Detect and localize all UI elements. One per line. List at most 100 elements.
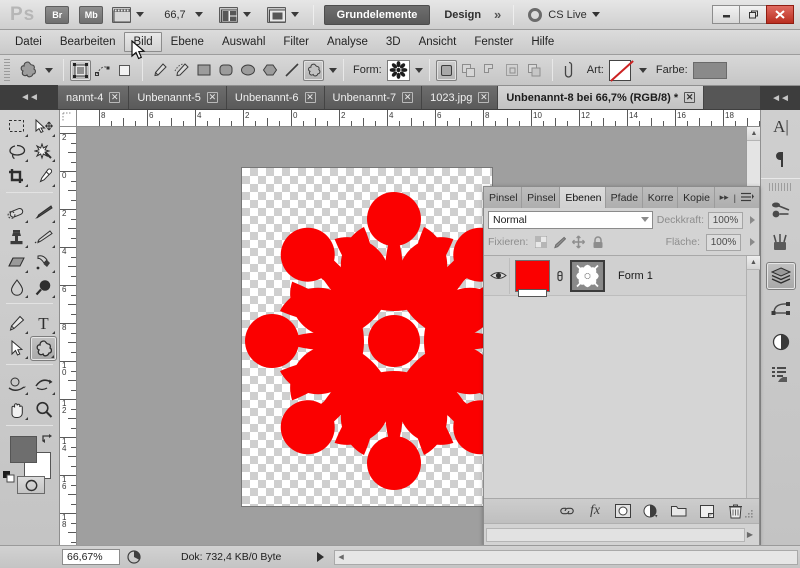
document-preview-icon[interactable] (125, 549, 143, 565)
horizontal-scrollbar[interactable] (486, 527, 745, 542)
cs-live-button[interactable]: CS Live (528, 7, 600, 22)
shape-layers-mode-button[interactable] (70, 59, 91, 81)
blend-mode-select[interactable]: Normal (488, 211, 653, 229)
shape-color-swatch[interactable] (692, 61, 727, 79)
add-to-shape-area-button[interactable] (458, 60, 479, 81)
opacity-slider-arrow-icon[interactable] (750, 216, 755, 224)
restore-button[interactable] (739, 5, 767, 24)
ellipse-tool-button[interactable] (237, 60, 258, 81)
default-colors-icon[interactable] (3, 471, 15, 483)
menu-3d[interactable]: 3D (377, 32, 410, 52)
menu-ansicht[interactable]: Ansicht (410, 32, 466, 52)
pen-tool-button[interactable] (149, 60, 170, 81)
minimize-button[interactable] (712, 5, 740, 24)
paths-mode-button[interactable] (92, 60, 113, 81)
rounded-rectangle-tool-button[interactable] (215, 60, 236, 81)
tab-pinsel-1[interactable]: Pinsel (484, 187, 523, 208)
lock-position-icon[interactable] (572, 235, 586, 249)
brush-presets-panel-icon[interactable] (761, 226, 800, 259)
gradient-tool[interactable] (30, 250, 57, 275)
zoom-tool[interactable] (30, 397, 57, 422)
new-shape-layer-button[interactable] (435, 59, 457, 81)
mini-bridge-button[interactable]: Mb (79, 5, 104, 24)
screen-mode-control[interactable] (266, 6, 299, 23)
custom-shape-tool[interactable] (30, 336, 57, 361)
menu-auswahl[interactable]: Auswahl (213, 32, 274, 52)
layer-name[interactable]: Form 1 (618, 270, 653, 282)
custom-shape-tool-button[interactable] (303, 59, 324, 81)
subtract-from-shape-area-button[interactable] (480, 60, 501, 81)
layer-comps-panel-icon[interactable] (761, 358, 800, 391)
custom-shape-picker[interactable] (386, 59, 410, 81)
new-group-icon[interactable] (671, 503, 687, 519)
rectangular-marquee-tool[interactable] (3, 114, 30, 139)
workspace-more-chevrons-icon[interactable]: » (494, 7, 501, 22)
document-tab-unbenannt-4[interactable]: nannt-4 ✕ (58, 86, 130, 109)
table-row[interactable]: Form 1 (484, 256, 759, 297)
add-layer-mask-icon[interactable] (615, 503, 631, 519)
document-tab-unbenannt-8[interactable]: Unbenannt-8 bei 66,7% (RGB/8) * ✕ (498, 86, 705, 109)
dodge-tool[interactable] (30, 275, 57, 300)
type-tool[interactable]: T (30, 311, 57, 336)
close-icon[interactable]: ✕ (684, 92, 696, 103)
menu-bild[interactable]: Bild (124, 32, 162, 52)
fill-pixels-mode-button[interactable] (114, 60, 135, 81)
tab-korrekturen[interactable]: Korre (643, 187, 679, 208)
eraser-tool[interactable] (3, 250, 30, 275)
scroll-right-arrow-icon[interactable]: ▶ (747, 530, 753, 539)
character-panel-icon[interactable]: A| (761, 110, 800, 143)
layers-list-scrollbar[interactable]: ▲ (746, 256, 760, 498)
document-tab-unbenannt-7[interactable]: Unbenannt-7 ✕ (324, 86, 423, 109)
menu-hilfe[interactable]: Hilfe (522, 32, 563, 52)
vertical-ruler[interactable]: 2 0 2 4 6 8 10 12 14 16 18 (60, 127, 77, 545)
hand-tool[interactable] (3, 397, 30, 422)
close-icon[interactable]: ✕ (206, 92, 218, 103)
panel-resize-grip[interactable] (741, 506, 757, 522)
tab-pfade[interactable]: Pfade (606, 187, 643, 208)
crop-tool[interactable] (3, 164, 30, 189)
form-picker-chevron-icon[interactable] (414, 67, 423, 73)
collapse-panels-left-button[interactable]: ◄◄ (0, 85, 58, 109)
scroll-up-arrow-icon[interactable]: ▲ (747, 256, 760, 270)
close-icon[interactable]: ✕ (304, 92, 316, 103)
opacity-input[interactable]: 100% (708, 211, 743, 229)
paragraph-panel-icon[interactable] (761, 143, 800, 176)
current-tool-icon[interactable] (15, 58, 41, 82)
scroll-up-arrow-icon[interactable]: ▲ (747, 127, 761, 141)
new-layer-icon[interactable] (699, 503, 715, 519)
status-zoom-input[interactable]: 66,67% (62, 549, 120, 565)
options-bar-grip[interactable] (4, 59, 10, 81)
fill-slider-arrow-icon[interactable] (750, 238, 755, 246)
document-tab-unbenannt-5[interactable]: Unbenannt-5 ✕ (129, 86, 227, 109)
dock-grip[interactable] (769, 183, 792, 191)
workspace-design-button[interactable]: Design (444, 9, 481, 21)
paths-panel-icon[interactable] (761, 292, 800, 325)
ruler-origin-corner[interactable] (60, 110, 77, 127)
layer-style-icon[interactable] (559, 60, 580, 81)
tab-pinsel-2[interactable]: Pinsel (522, 187, 561, 208)
style-preview-swatch[interactable] (608, 59, 631, 81)
history-brush-tool[interactable] (30, 225, 57, 250)
lock-image-icon[interactable] (553, 236, 567, 249)
clone-stamp-tool[interactable] (3, 225, 30, 250)
line-tool-button[interactable] (281, 60, 302, 81)
menu-analyse[interactable]: Analyse (318, 32, 377, 52)
adjustments-panel-icon[interactable] (761, 325, 800, 358)
menu-ebene[interactable]: Ebene (162, 32, 213, 52)
blur-tool[interactable] (3, 275, 30, 300)
link-icon[interactable] (555, 268, 565, 284)
zoom-chevron-down-icon[interactable] (194, 12, 203, 17)
artboard[interactable] (242, 168, 492, 506)
tool-preset-chevron-icon[interactable] (45, 67, 53, 73)
eyedropper-tool[interactable] (30, 164, 57, 189)
move-tool[interactable] (30, 114, 57, 139)
horizontal-ruler[interactable]: 864202468101214161820222426 (77, 110, 760, 127)
status-horizontal-scrollbar[interactable]: ◀ (334, 549, 798, 565)
lasso-tool[interactable] (3, 139, 30, 164)
menu-fenster[interactable]: Fenster (465, 32, 522, 52)
menu-datei[interactable]: Datei (6, 32, 51, 52)
status-menu-arrow[interactable] (317, 552, 325, 562)
view-extras-control[interactable] (112, 6, 145, 23)
expand-panels-button[interactable]: ◄◄ (760, 86, 800, 110)
path-selection-tool[interactable] (3, 336, 30, 361)
